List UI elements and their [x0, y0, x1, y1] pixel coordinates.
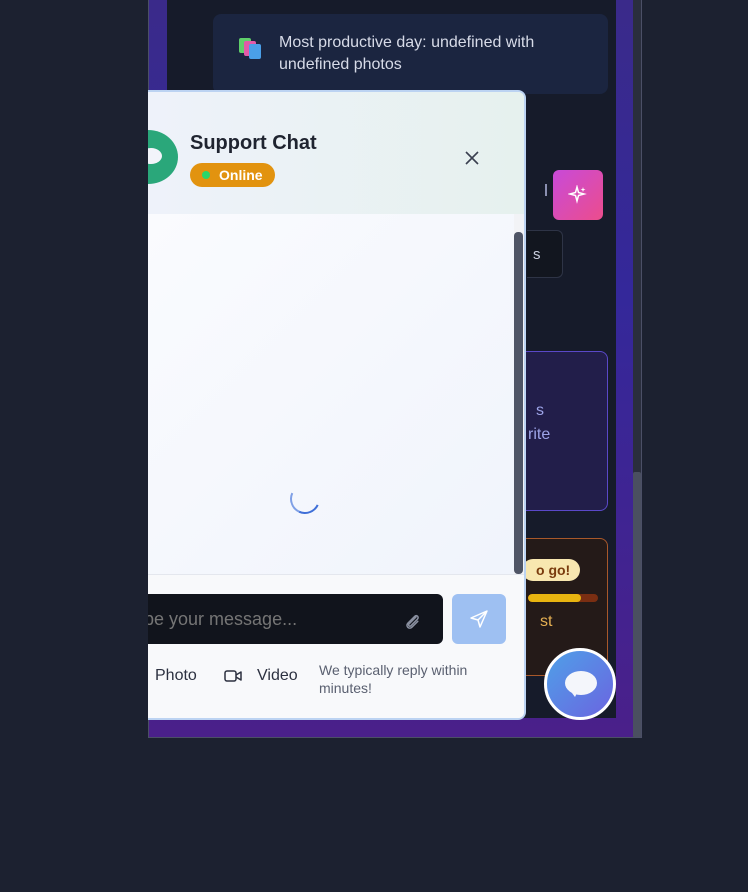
purple-card-line2: rite	[528, 426, 551, 443]
sparkle-button[interactable]	[553, 170, 603, 220]
goal-badge: o go!	[522, 559, 581, 581]
goal-progress-fill	[528, 594, 581, 602]
goal-card-text: st	[540, 613, 553, 630]
photo-label: Photo	[155, 667, 197, 684]
video-button[interactable]: Video	[224, 667, 298, 685]
support-chat-panel: Support Chat Online Photo	[148, 90, 526, 720]
status-label: Online	[219, 167, 263, 183]
video-camera-icon	[224, 670, 242, 682]
chat-launcher-button[interactable]	[544, 648, 616, 720]
video-label: Video	[257, 667, 298, 684]
productive-day-text: Most productive day: undefined with unde…	[279, 34, 535, 73]
chat-avatar	[148, 130, 178, 184]
purple-card-line1: s	[536, 402, 544, 419]
message-input[interactable]	[148, 594, 443, 644]
sparkle-icon	[568, 185, 587, 204]
divider	[545, 184, 547, 196]
close-button[interactable]	[458, 144, 486, 172]
paperclip-icon[interactable]	[402, 611, 422, 631]
send-button[interactable]	[452, 594, 506, 644]
chat-header: Support Chat Online	[148, 92, 524, 214]
chat-bubble-icon	[565, 671, 597, 697]
productive-day-card: Most productive day: undefined with unde…	[213, 14, 608, 94]
close-icon	[465, 151, 479, 165]
online-dot-icon	[202, 171, 210, 179]
partial-button[interactable]: s	[527, 230, 563, 278]
reply-time-note: We typically reply within minutes!	[319, 662, 468, 696]
app-scrollbar-thumb[interactable]	[633, 472, 641, 737]
loading-spinner-icon	[285, 479, 325, 519]
send-icon	[470, 610, 488, 628]
goal-progress-bar	[528, 594, 598, 602]
status-badge: Online	[190, 163, 275, 187]
photo-stack-icon	[239, 38, 261, 60]
message-area	[148, 214, 514, 574]
chat-scrollbar-thumb[interactable]	[514, 232, 523, 574]
photo-button[interactable]: Photo	[155, 667, 197, 685]
chat-title: Support Chat	[190, 132, 317, 154]
chat-footer: Photo Video We typically reply within mi…	[148, 574, 524, 718]
